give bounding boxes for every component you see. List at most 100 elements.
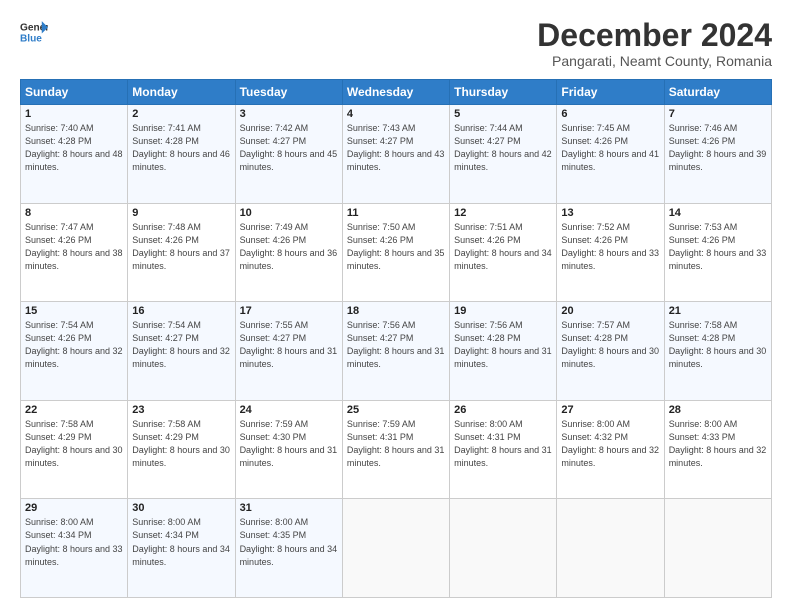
day-number: 27: [561, 404, 659, 416]
day-info: Sunrise: 7:55 AMSunset: 4:27 PMDaylight:…: [240, 319, 338, 371]
day-info: Sunrise: 8:00 AMSunset: 4:34 PMDaylight:…: [132, 516, 230, 568]
table-row: 10 Sunrise: 7:49 AMSunset: 4:26 PMDaylig…: [235, 203, 342, 302]
header-row: Sunday Monday Tuesday Wednesday Thursday…: [21, 80, 772, 105]
day-info: Sunrise: 7:48 AMSunset: 4:26 PMDaylight:…: [132, 221, 230, 273]
table-row: 7 Sunrise: 7:46 AMSunset: 4:26 PMDayligh…: [664, 105, 771, 204]
table-row: 14 Sunrise: 7:53 AMSunset: 4:26 PMDaylig…: [664, 203, 771, 302]
table-row: 11 Sunrise: 7:50 AMSunset: 4:26 PMDaylig…: [342, 203, 449, 302]
day-number: 21: [669, 305, 767, 317]
calendar-week-1: 1 Sunrise: 7:40 AMSunset: 4:28 PMDayligh…: [21, 105, 772, 204]
day-info: Sunrise: 7:42 AMSunset: 4:27 PMDaylight:…: [240, 122, 338, 174]
table-row: 1 Sunrise: 7:40 AMSunset: 4:28 PMDayligh…: [21, 105, 128, 204]
day-number: 20: [561, 305, 659, 317]
day-info: Sunrise: 8:00 AMSunset: 4:35 PMDaylight:…: [240, 516, 338, 568]
day-number: 6: [561, 108, 659, 120]
calendar-table: Sunday Monday Tuesday Wednesday Thursday…: [20, 79, 772, 598]
day-number: 9: [132, 207, 230, 219]
table-row: 22 Sunrise: 7:58 AMSunset: 4:29 PMDaylig…: [21, 400, 128, 499]
day-number: 19: [454, 305, 552, 317]
table-row: 28 Sunrise: 8:00 AMSunset: 4:33 PMDaylig…: [664, 400, 771, 499]
table-row: 4 Sunrise: 7:43 AMSunset: 4:27 PMDayligh…: [342, 105, 449, 204]
day-info: Sunrise: 7:52 AMSunset: 4:26 PMDaylight:…: [561, 221, 659, 273]
logo: General Blue: [20, 18, 48, 46]
day-info: Sunrise: 7:54 AMSunset: 4:27 PMDaylight:…: [132, 319, 230, 371]
day-info: Sunrise: 7:51 AMSunset: 4:26 PMDaylight:…: [454, 221, 552, 273]
day-info: Sunrise: 7:59 AMSunset: 4:31 PMDaylight:…: [347, 418, 445, 470]
col-friday: Friday: [557, 80, 664, 105]
day-number: 17: [240, 305, 338, 317]
table-row: 9 Sunrise: 7:48 AMSunset: 4:26 PMDayligh…: [128, 203, 235, 302]
table-row: 31 Sunrise: 8:00 AMSunset: 4:35 PMDaylig…: [235, 499, 342, 598]
day-number: 10: [240, 207, 338, 219]
day-info: Sunrise: 7:56 AMSunset: 4:27 PMDaylight:…: [347, 319, 445, 371]
table-row: 21 Sunrise: 7:58 AMSunset: 4:28 PMDaylig…: [664, 302, 771, 401]
day-number: 23: [132, 404, 230, 416]
day-number: 12: [454, 207, 552, 219]
day-number: 3: [240, 108, 338, 120]
logo-icon: General Blue: [20, 18, 48, 46]
calendar-week-2: 8 Sunrise: 7:47 AMSunset: 4:26 PMDayligh…: [21, 203, 772, 302]
col-saturday: Saturday: [664, 80, 771, 105]
day-number: 24: [240, 404, 338, 416]
day-info: Sunrise: 7:46 AMSunset: 4:26 PMDaylight:…: [669, 122, 767, 174]
table-row: 13 Sunrise: 7:52 AMSunset: 4:26 PMDaylig…: [557, 203, 664, 302]
day-info: Sunrise: 8:00 AMSunset: 4:34 PMDaylight:…: [25, 516, 123, 568]
day-number: 28: [669, 404, 767, 416]
table-row: 3 Sunrise: 7:42 AMSunset: 4:27 PMDayligh…: [235, 105, 342, 204]
day-info: Sunrise: 8:00 AMSunset: 4:33 PMDaylight:…: [669, 418, 767, 470]
day-info: Sunrise: 7:57 AMSunset: 4:28 PMDaylight:…: [561, 319, 659, 371]
table-row: [342, 499, 449, 598]
day-number: 1: [25, 108, 123, 120]
table-row: 25 Sunrise: 7:59 AMSunset: 4:31 PMDaylig…: [342, 400, 449, 499]
day-info: Sunrise: 8:00 AMSunset: 4:32 PMDaylight:…: [561, 418, 659, 470]
day-number: 16: [132, 305, 230, 317]
day-info: Sunrise: 8:00 AMSunset: 4:31 PMDaylight:…: [454, 418, 552, 470]
table-row: 5 Sunrise: 7:44 AMSunset: 4:27 PMDayligh…: [450, 105, 557, 204]
table-row: [450, 499, 557, 598]
table-row: 19 Sunrise: 7:56 AMSunset: 4:28 PMDaylig…: [450, 302, 557, 401]
table-row: 29 Sunrise: 8:00 AMSunset: 4:34 PMDaylig…: [21, 499, 128, 598]
day-info: Sunrise: 7:40 AMSunset: 4:28 PMDaylight:…: [25, 122, 123, 174]
day-info: Sunrise: 7:49 AMSunset: 4:26 PMDaylight:…: [240, 221, 338, 273]
day-info: Sunrise: 7:54 AMSunset: 4:26 PMDaylight:…: [25, 319, 123, 371]
table-row: 6 Sunrise: 7:45 AMSunset: 4:26 PMDayligh…: [557, 105, 664, 204]
title-block: December 2024 Pangarati, Neamt County, R…: [537, 18, 772, 69]
day-number: 30: [132, 502, 230, 514]
day-number: 5: [454, 108, 552, 120]
day-info: Sunrise: 7:44 AMSunset: 4:27 PMDaylight:…: [454, 122, 552, 174]
day-number: 13: [561, 207, 659, 219]
table-row: 20 Sunrise: 7:57 AMSunset: 4:28 PMDaylig…: [557, 302, 664, 401]
day-number: 26: [454, 404, 552, 416]
calendar-week-3: 15 Sunrise: 7:54 AMSunset: 4:26 PMDaylig…: [21, 302, 772, 401]
calendar-week-5: 29 Sunrise: 8:00 AMSunset: 4:34 PMDaylig…: [21, 499, 772, 598]
table-row: 23 Sunrise: 7:58 AMSunset: 4:29 PMDaylig…: [128, 400, 235, 499]
day-number: 14: [669, 207, 767, 219]
table-row: [557, 499, 664, 598]
day-info: Sunrise: 7:43 AMSunset: 4:27 PMDaylight:…: [347, 122, 445, 174]
table-row: 24 Sunrise: 7:59 AMSunset: 4:30 PMDaylig…: [235, 400, 342, 499]
day-number: 7: [669, 108, 767, 120]
day-number: 4: [347, 108, 445, 120]
page: General Blue December 2024 Pangarati, Ne…: [0, 0, 792, 612]
col-sunday: Sunday: [21, 80, 128, 105]
calendar-week-4: 22 Sunrise: 7:58 AMSunset: 4:29 PMDaylig…: [21, 400, 772, 499]
table-row: 30 Sunrise: 8:00 AMSunset: 4:34 PMDaylig…: [128, 499, 235, 598]
day-info: Sunrise: 7:47 AMSunset: 4:26 PMDaylight:…: [25, 221, 123, 273]
table-row: 12 Sunrise: 7:51 AMSunset: 4:26 PMDaylig…: [450, 203, 557, 302]
table-row: 27 Sunrise: 8:00 AMSunset: 4:32 PMDaylig…: [557, 400, 664, 499]
table-row: 17 Sunrise: 7:55 AMSunset: 4:27 PMDaylig…: [235, 302, 342, 401]
day-info: Sunrise: 7:45 AMSunset: 4:26 PMDaylight:…: [561, 122, 659, 174]
month-title: December 2024: [537, 18, 772, 53]
day-number: 11: [347, 207, 445, 219]
day-number: 8: [25, 207, 123, 219]
header: General Blue December 2024 Pangarati, Ne…: [20, 18, 772, 69]
table-row: 16 Sunrise: 7:54 AMSunset: 4:27 PMDaylig…: [128, 302, 235, 401]
table-row: 15 Sunrise: 7:54 AMSunset: 4:26 PMDaylig…: [21, 302, 128, 401]
col-wednesday: Wednesday: [342, 80, 449, 105]
day-info: Sunrise: 7:59 AMSunset: 4:30 PMDaylight:…: [240, 418, 338, 470]
day-number: 29: [25, 502, 123, 514]
day-number: 2: [132, 108, 230, 120]
day-number: 22: [25, 404, 123, 416]
day-number: 18: [347, 305, 445, 317]
table-row: 18 Sunrise: 7:56 AMSunset: 4:27 PMDaylig…: [342, 302, 449, 401]
